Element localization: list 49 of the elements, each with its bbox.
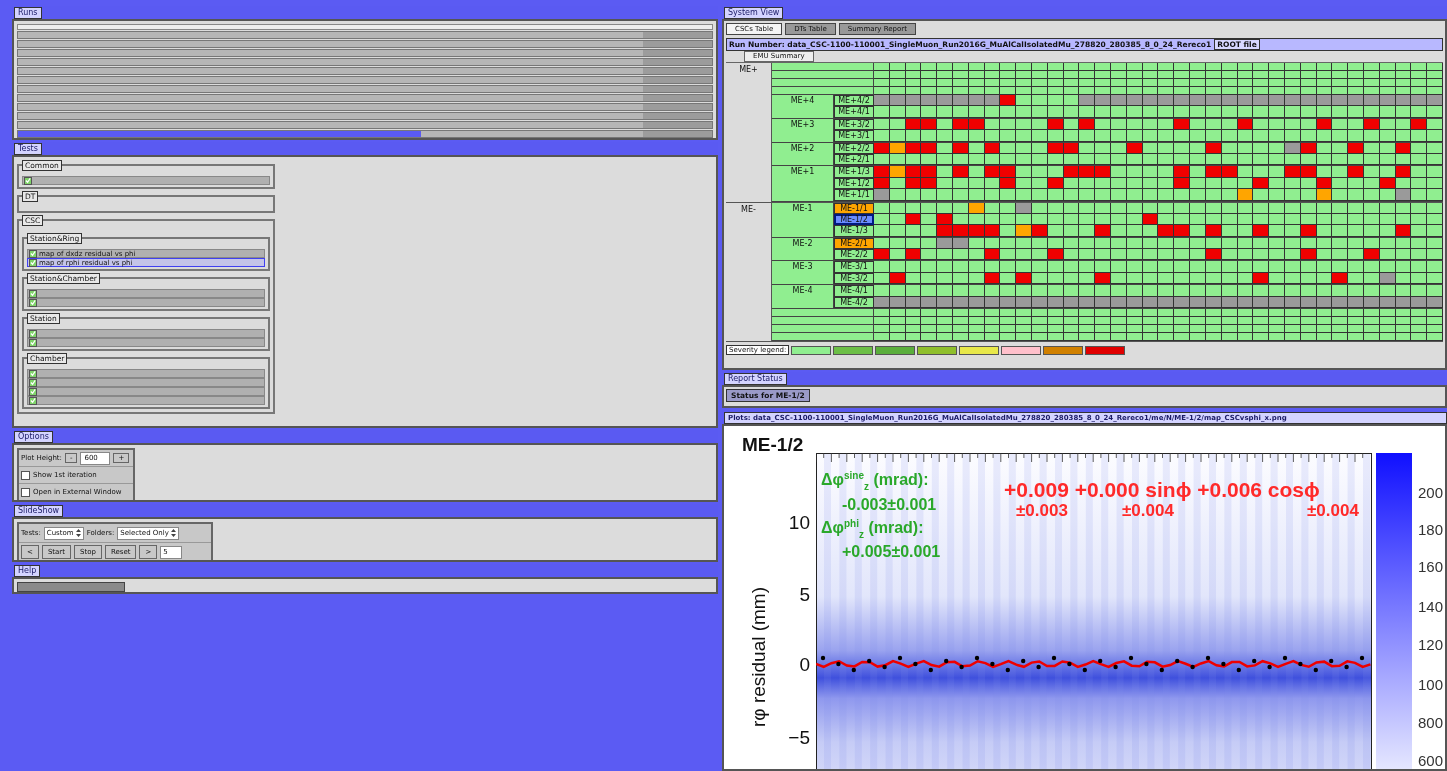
scale-label: 600 (1418, 752, 1444, 769)
station-label: ME-1 (792, 203, 813, 213)
station-label: ME+2 (790, 143, 815, 153)
station-label: ME+1 (790, 167, 815, 177)
station-label: ME+4 (790, 96, 815, 105)
panel-title: System View (724, 7, 784, 19)
station-label: ME+3 (790, 119, 815, 129)
ring-label[interactable]: ME+1/1 (834, 189, 874, 201)
station-label: ME-4 (792, 286, 813, 296)
tick-label: 5 (798, 584, 810, 606)
ring-label[interactable]: ME-1/3 (834, 225, 874, 237)
ring-label[interactable]: ME+2/2 (834, 142, 874, 154)
station-label: ME-2 (792, 238, 813, 248)
fit-error: ±0.003 (1016, 501, 1068, 521)
panel-title: Runs (14, 7, 42, 19)
scale-label: 160 (1418, 558, 1444, 575)
ring-label[interactable]: ME-3/1 (834, 261, 874, 273)
station-label: ME-3 (792, 262, 813, 272)
ring-label[interactable]: ME-1/1 (834, 202, 874, 214)
ring-label[interactable]: ME+1/3 (834, 166, 874, 178)
panel-title: Options (14, 431, 53, 443)
scale-label: 140 (1418, 598, 1444, 615)
axis-label: rφ residual (mm) (748, 586, 771, 728)
endcap-label: ME+ (739, 65, 758, 74)
fit-annotation: +0.005±0.001 (842, 543, 941, 561)
tick-label: −5 (787, 727, 810, 749)
fit-annotation: Δφ$^{sine}$$_{z}$ (mrad): (821, 470, 929, 492)
tick-label: 0 (798, 654, 810, 676)
scale-label: 800 (1418, 714, 1444, 731)
fit-annotation: Δφ$^{phi}$$_{z}$ (mrad): (821, 518, 924, 540)
fit-annotation: +0.009 +0.000 sinϕ +0.006 cosϕ (1004, 478, 1320, 502)
tick-label: 10 (787, 512, 810, 534)
ring-label[interactable]: ME-4/1 (834, 285, 874, 297)
ring-label[interactable]: ME-2/2 (834, 249, 874, 261)
panel-title: SlideShow (14, 505, 64, 517)
fit-error: ±0.004 (1307, 501, 1359, 521)
endcap-label: ME- (741, 204, 756, 214)
panel-title: Tests (14, 143, 42, 155)
scale-label: 100 (1418, 676, 1444, 693)
panel-title: Help (14, 565, 41, 577)
fit-error: ±0.004 (1122, 501, 1174, 521)
ring-label[interactable]: ME+3/1 (834, 130, 874, 142)
scale-label: 120 (1418, 636, 1444, 653)
scale-label: 200 (1418, 484, 1444, 501)
panel-title: Report Status (724, 373, 787, 385)
scale-label: 180 (1418, 521, 1444, 538)
fit-annotation: -0.003±0.001 (842, 496, 937, 514)
plot-title: ME-1/2 (742, 434, 804, 456)
ring-label[interactable]: ME+4/1 (834, 106, 874, 118)
